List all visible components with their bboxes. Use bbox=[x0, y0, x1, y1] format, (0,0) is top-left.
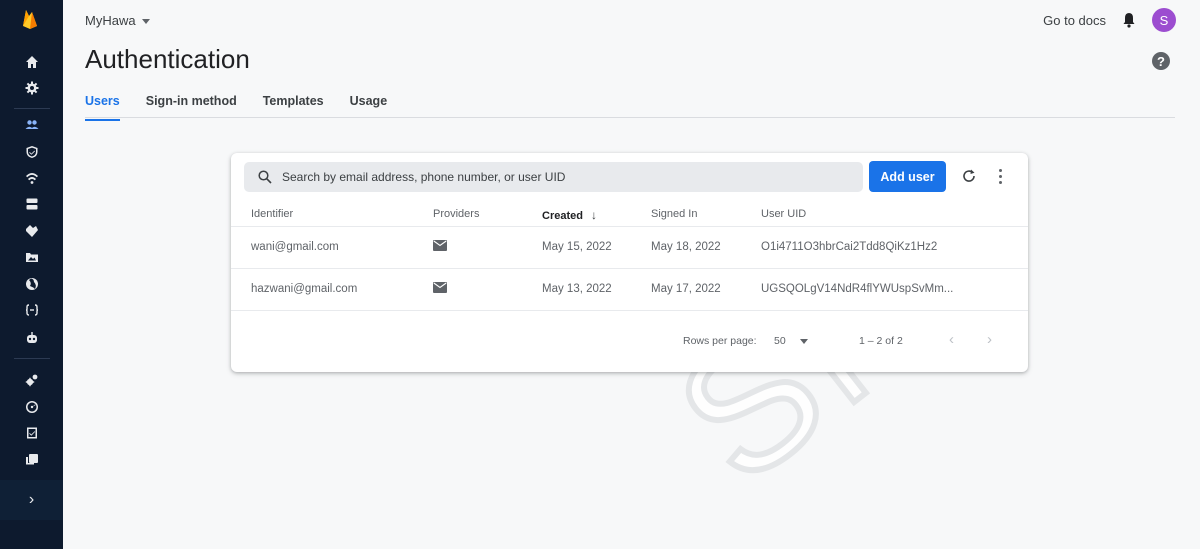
functions-icon[interactable] bbox=[24, 223, 40, 239]
table-row[interactable]: hazwani@gmail.com May 13, 2022 May 17, 2… bbox=[231, 268, 1028, 310]
expand-rail-chevron-icon[interactable]: › bbox=[0, 480, 63, 520]
identifier-cell: wani@gmail.com bbox=[251, 241, 339, 253]
rows-per-page-select[interactable]: 50 bbox=[774, 335, 808, 347]
left-nav-rail: › bbox=[0, 0, 63, 549]
column-header-created[interactable]: Created ↓ bbox=[542, 208, 597, 222]
rows-per-page-value: 50 bbox=[774, 335, 786, 347]
search-icon bbox=[258, 170, 272, 184]
code-braces-icon[interactable] bbox=[24, 302, 40, 318]
user-uid-cell: UGSQOLgV14NdR4flYWUspSvMm... bbox=[761, 283, 954, 295]
users-icon[interactable] bbox=[24, 117, 40, 133]
pagination-range: 1 – 2 of 2 bbox=[859, 335, 903, 347]
chevron-down-icon bbox=[799, 338, 808, 344]
project-name: MyHawa bbox=[85, 13, 136, 28]
rows-per-page-label: Rows per page: bbox=[683, 335, 757, 347]
refresh-icon[interactable] bbox=[961, 168, 977, 184]
realtime-database-icon[interactable] bbox=[24, 170, 40, 186]
storage-icon[interactable] bbox=[24, 196, 40, 212]
next-page-icon[interactable]: › bbox=[987, 331, 992, 348]
rail-divider bbox=[14, 358, 50, 359]
search-bar[interactable] bbox=[244, 162, 863, 192]
shield-icon[interactable] bbox=[24, 144, 40, 160]
hosting-icon[interactable] bbox=[24, 249, 40, 265]
signed-in-cell: May 18, 2022 bbox=[651, 241, 721, 253]
globe-icon[interactable] bbox=[24, 276, 40, 292]
help-icon[interactable]: ? bbox=[1152, 52, 1170, 70]
rail-divider bbox=[14, 108, 50, 109]
app-distribution-icon[interactable] bbox=[24, 451, 40, 467]
firebase-logo-icon[interactable] bbox=[22, 8, 38, 30]
users-table-card: Add user Identifier Providers Created ↓ S… bbox=[231, 153, 1028, 372]
arrow-down-icon: ↓ bbox=[590, 208, 597, 222]
avatar[interactable]: S bbox=[1152, 8, 1176, 32]
signed-in-cell: May 17, 2022 bbox=[651, 283, 721, 295]
column-header-user-uid: User UID bbox=[761, 208, 807, 220]
pagination-footer: Rows per page: 50 1 – 2 of 2 ‹ › bbox=[231, 310, 1028, 372]
page-title: Authentication bbox=[85, 44, 250, 74]
column-header-identifier[interactable]: Identifier bbox=[251, 208, 293, 220]
user-uid-cell: O1i4711O3hbrCai2Tdd8QiKz1Hz2 bbox=[761, 241, 938, 253]
go-to-docs-link[interactable]: Go to docs bbox=[1043, 13, 1106, 28]
tab-divider bbox=[85, 117, 1175, 118]
column-header-providers: Providers bbox=[433, 208, 480, 220]
previous-page-icon[interactable]: ‹ bbox=[949, 331, 954, 348]
home-icon[interactable] bbox=[24, 54, 40, 70]
search-input[interactable] bbox=[282, 170, 842, 184]
created-cell: May 13, 2022 bbox=[542, 283, 612, 295]
performance-gauge-icon[interactable] bbox=[24, 399, 40, 415]
test-lab-icon[interactable] bbox=[24, 425, 40, 441]
bell-icon[interactable] bbox=[1122, 12, 1136, 28]
column-header-created-label: Created bbox=[542, 210, 583, 222]
crashlytics-gear-icon[interactable] bbox=[24, 372, 40, 388]
project-selector[interactable]: MyHawa bbox=[85, 13, 150, 28]
column-header-signed-in[interactable]: Signed In bbox=[651, 208, 697, 220]
email-icon bbox=[433, 282, 447, 293]
header-actions: Go to docs S bbox=[1043, 8, 1176, 32]
chevron-down-icon bbox=[141, 19, 150, 24]
add-user-button[interactable]: Add user bbox=[869, 161, 946, 192]
more-options-icon[interactable] bbox=[997, 167, 1003, 185]
created-cell: May 15, 2022 bbox=[542, 241, 612, 253]
identifier-cell: hazwani@gmail.com bbox=[251, 283, 358, 295]
email-icon bbox=[433, 240, 447, 251]
gear-icon[interactable] bbox=[24, 80, 40, 96]
robot-icon[interactable] bbox=[24, 330, 40, 346]
table-row[interactable]: wani@gmail.com May 15, 2022 May 18, 2022… bbox=[231, 226, 1028, 268]
